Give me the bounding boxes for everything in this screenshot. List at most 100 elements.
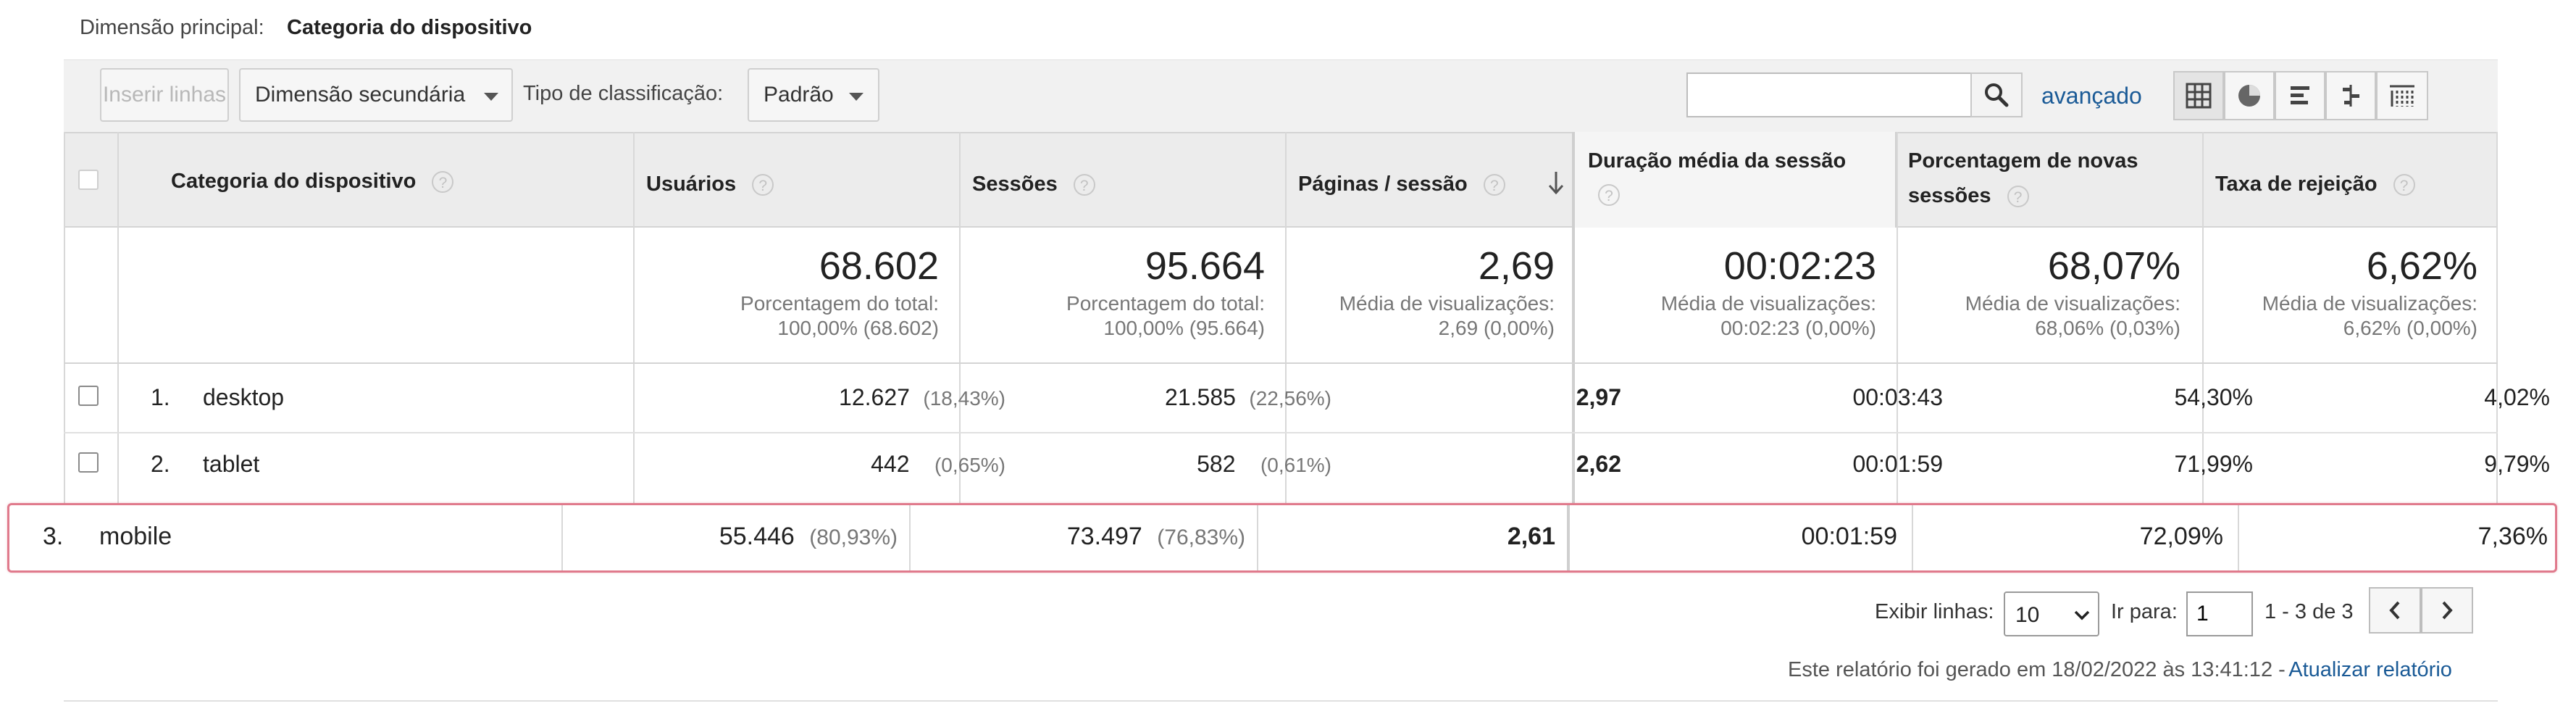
total-new-sessions-sub1: Média de visualizações:: [1965, 292, 2180, 315]
row-pages-per-session: 2,62: [1576, 451, 1621, 477]
total-duration-sub1: Média de visualizações:: [1660, 292, 1876, 315]
total-users: 68.602: [819, 244, 939, 288]
col-header-users[interactable]: Usuários ?: [646, 173, 774, 196]
col-header-category[interactable]: Categoria do dispositivo ?: [171, 170, 454, 194]
pivot-view-button[interactable]: [2376, 71, 2428, 120]
pivot-view-icon: [2390, 85, 2414, 107]
row-bounce-rate: 7,36%: [2477, 523, 2548, 550]
help-icon[interactable]: ?: [1483, 174, 1505, 196]
total-users-sub2: 100,00% (68.602): [777, 317, 939, 339]
show-rows-label: Exibir linhas:: [1875, 600, 1994, 623]
help-icon[interactable]: ?: [2007, 186, 2029, 208]
primary-dimension-value[interactable]: Categoria do dispositivo: [287, 16, 532, 40]
table-row: 2. tablet 442 (0,65%) 582 (0,61%) 2,62 0…: [64, 433, 2550, 502]
sort-descending-icon[interactable]: [1546, 170, 1566, 196]
advanced-search-link[interactable]: avançado: [2041, 83, 2142, 109]
help-icon[interactable]: ?: [1598, 184, 1620, 206]
table-view-button[interactable]: [2173, 71, 2224, 120]
col-header-category-label: Categoria do dispositivo: [171, 170, 417, 193]
col-header-bounce-rate[interactable]: Taxa de rejeição ?: [2215, 173, 2415, 196]
help-icon[interactable]: ?: [752, 174, 774, 196]
row-users-pct: (80,93%): [809, 526, 898, 549]
primary-dimension-label: Dimensão principal:: [80, 16, 264, 39]
total-bounce-sub2: 6,62% (0,00%): [2343, 317, 2477, 339]
secondary-dimension-dropdown[interactable]: Dimensão secundária: [239, 68, 513, 122]
next-page-button[interactable]: [2421, 587, 2473, 634]
bar-view-icon: [2291, 86, 2309, 104]
row-new-sessions: 54,30%: [2174, 384, 2253, 410]
row-checkbox[interactable]: [78, 452, 99, 473]
row-index: 1.: [151, 384, 170, 410]
row-sessions-value: 73.497: [1066, 523, 1142, 550]
bar-view-button[interactable]: [2275, 71, 2325, 120]
column-divider: [561, 505, 563, 570]
refresh-report-link[interactable]: Atualizar relatório: [2288, 658, 2452, 681]
pagination-range: 1 - 3 de 3: [2265, 600, 2354, 623]
row-users-value: 55.446: [719, 523, 795, 550]
row-pages-per-session: 2,97: [1576, 384, 1621, 410]
row-sessions-value: 21.585: [1165, 384, 1236, 410]
table-row-highlighted: 3. mobile 55.446 (80,93%) 73.497 (76,83%…: [7, 503, 2557, 573]
row-new-sessions: 71,99%: [2174, 451, 2253, 477]
row-bounce-rate: 4,02%: [2484, 384, 2550, 410]
report-footer: Este relatório foi gerado em 18/02/2022 …: [1788, 658, 2452, 682]
col-header-bounce-label: Taxa de rejeição: [2215, 173, 2378, 196]
row-category[interactable]: mobile: [99, 523, 172, 551]
chevron-down-icon: [484, 93, 498, 101]
total-pages-sub1: Média de visualizações:: [1339, 292, 1555, 315]
insert-rows-button[interactable]: Inserir linhas: [100, 68, 229, 122]
col-header-pages-per-session[interactable]: Páginas / sessão ?: [1298, 173, 1505, 196]
column-divider: [1567, 505, 1570, 570]
row-category[interactable]: desktop: [203, 384, 284, 411]
sorted-column-header-bg: [1572, 132, 1897, 228]
help-icon[interactable]: ?: [1073, 174, 1095, 196]
row-users: 55.446 (80,93%): [567, 523, 898, 551]
show-rows-select[interactable]: 10: [2004, 591, 2099, 636]
col-header-new-sessions[interactable]: Porcentagem de novas: [1908, 149, 2138, 173]
comparison-view-button[interactable]: [2325, 71, 2376, 120]
col-header-new-sessions-label: sessões: [1908, 184, 1991, 207]
help-icon[interactable]: ?: [2393, 174, 2415, 196]
row-category[interactable]: tablet: [203, 451, 259, 478]
chevron-left-icon: [2389, 601, 2400, 620]
row-users-value: 442: [871, 451, 910, 477]
total-avg-duration: 00:02:23: [1723, 244, 1876, 288]
search-button[interactable]: [1970, 72, 2023, 117]
row-users-value: 12.627: [839, 384, 910, 410]
col-header-pages-label: Páginas / sessão: [1298, 173, 1468, 196]
help-icon[interactable]: ?: [432, 171, 454, 194]
row-checkbox[interactable]: [78, 386, 99, 406]
row-index: 3.: [43, 523, 64, 550]
sort-type-label: Tipo de classificação:: [523, 82, 724, 105]
table-view-icon: [2186, 83, 2212, 109]
total-new-sessions: 68,07%: [2047, 244, 2180, 288]
total-sessions-sub2: 100,00% (95.664): [1103, 317, 1265, 339]
col-header-sessions-label: Sessões: [972, 173, 1058, 196]
row-sessions: 73.497 (76,83%): [915, 523, 1245, 551]
prev-page-button[interactable]: [2369, 587, 2421, 634]
column-divider: [1257, 505, 1258, 570]
goto-page-input[interactable]: [2186, 591, 2253, 636]
row-new-sessions: 72,09%: [2139, 523, 2223, 550]
column-divider: [1912, 505, 1913, 570]
report-generated-text: Este relatório foi gerado em 18/02/2022 …: [1788, 658, 2286, 681]
total-bounce-sub1: Média de visualizações:: [2262, 292, 2477, 315]
pie-view-icon: [2238, 85, 2260, 107]
search-input[interactable]: [1686, 72, 1972, 117]
col-header-new-sessions-line2[interactable]: sessões ?: [1908, 184, 2029, 208]
pie-view-button[interactable]: [2224, 71, 2275, 120]
select-all-checkbox[interactable]: [78, 170, 99, 190]
col-header-users-label: Usuários: [646, 173, 737, 196]
column-divider: [909, 505, 911, 570]
total-bounce-rate: 6,62%: [2366, 244, 2477, 288]
row-sessions-pct: (76,83%): [1157, 526, 1245, 549]
row-avg-duration: 00:01:59: [1801, 523, 1897, 550]
column-divider: [2238, 505, 2239, 570]
total-new-sessions-sub2: 68,06% (0,03%): [2035, 317, 2180, 339]
total-pages-per-session: 2,69: [1478, 244, 1555, 288]
chevron-right-icon: [2442, 601, 2453, 620]
col-header-sessions[interactable]: Sessões ?: [972, 173, 1095, 196]
sort-type-dropdown[interactable]: Padrão: [748, 68, 879, 122]
secondary-dimension-label: Dimensão secundária: [255, 83, 466, 107]
col-header-avg-duration[interactable]: Duração média da sessão: [1588, 149, 1846, 173]
